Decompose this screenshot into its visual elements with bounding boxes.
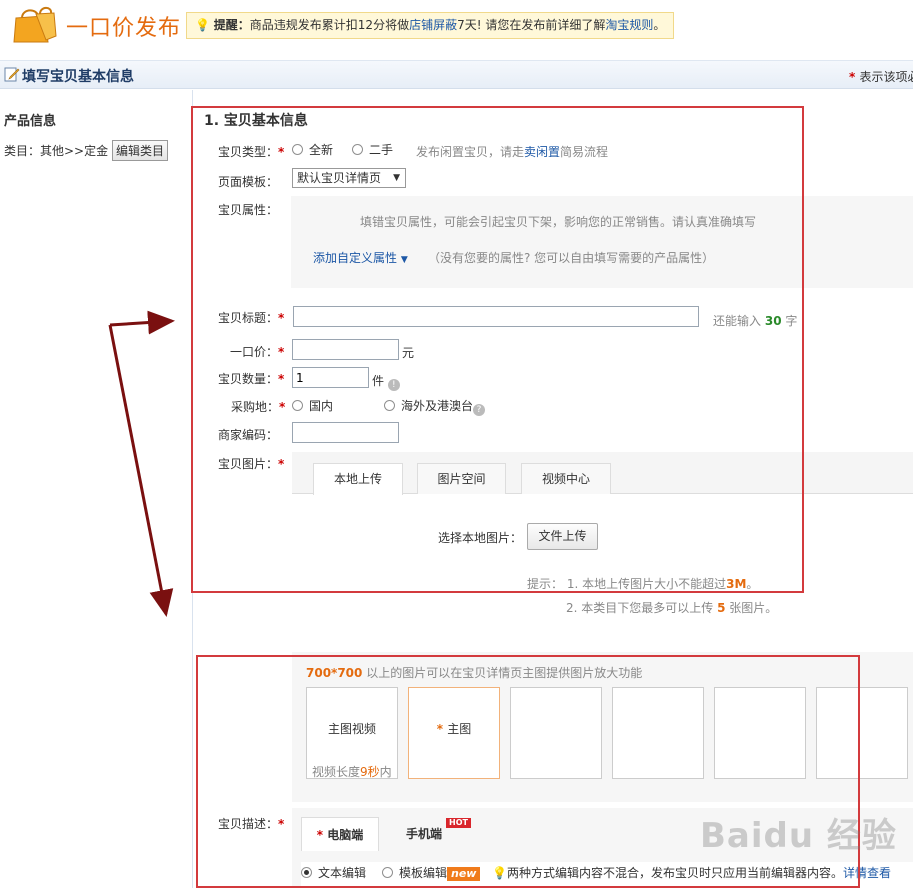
annotation-arrows bbox=[108, 310, 175, 617]
arrow-to-title bbox=[109, 310, 175, 335]
arrow-to-images bbox=[108, 324, 174, 617]
watermark: Baidu 经验 bbox=[700, 816, 897, 856]
